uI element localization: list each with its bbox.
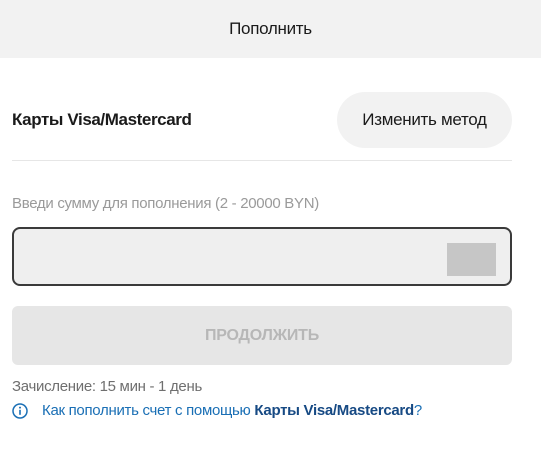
help-text: Как пополнить счет с помощью	[42, 402, 255, 419]
credit-time-text: Зачисление: 15 мин - 1 день	[12, 378, 202, 395]
page-header: Пополнить	[0, 0, 541, 58]
info-icon	[12, 402, 28, 419]
payment-method-name: Карты Visa/Mastercard	[12, 110, 192, 129]
help-link-row[interactable]: Как пополнить счет с помощью Карты Visa/…	[12, 402, 422, 419]
divider	[12, 160, 512, 161]
amount-label: Введи сумму для пополнения (2 - 20000 BY…	[12, 195, 319, 212]
change-method-button[interactable]: Изменить метод	[337, 92, 512, 148]
continue-button[interactable]: ПРОДОЛЖИТЬ	[12, 306, 512, 365]
currency-placeholder	[447, 243, 496, 276]
help-suffix: ?	[413, 402, 422, 419]
page-title: Пополнить	[229, 19, 312, 38]
payment-method-row: Карты Visa/Mastercard Изменить метод	[12, 92, 512, 148]
help-link[interactable]: Карты Visa/Mastercard	[254, 402, 414, 419]
amount-input[interactable]	[12, 227, 512, 286]
